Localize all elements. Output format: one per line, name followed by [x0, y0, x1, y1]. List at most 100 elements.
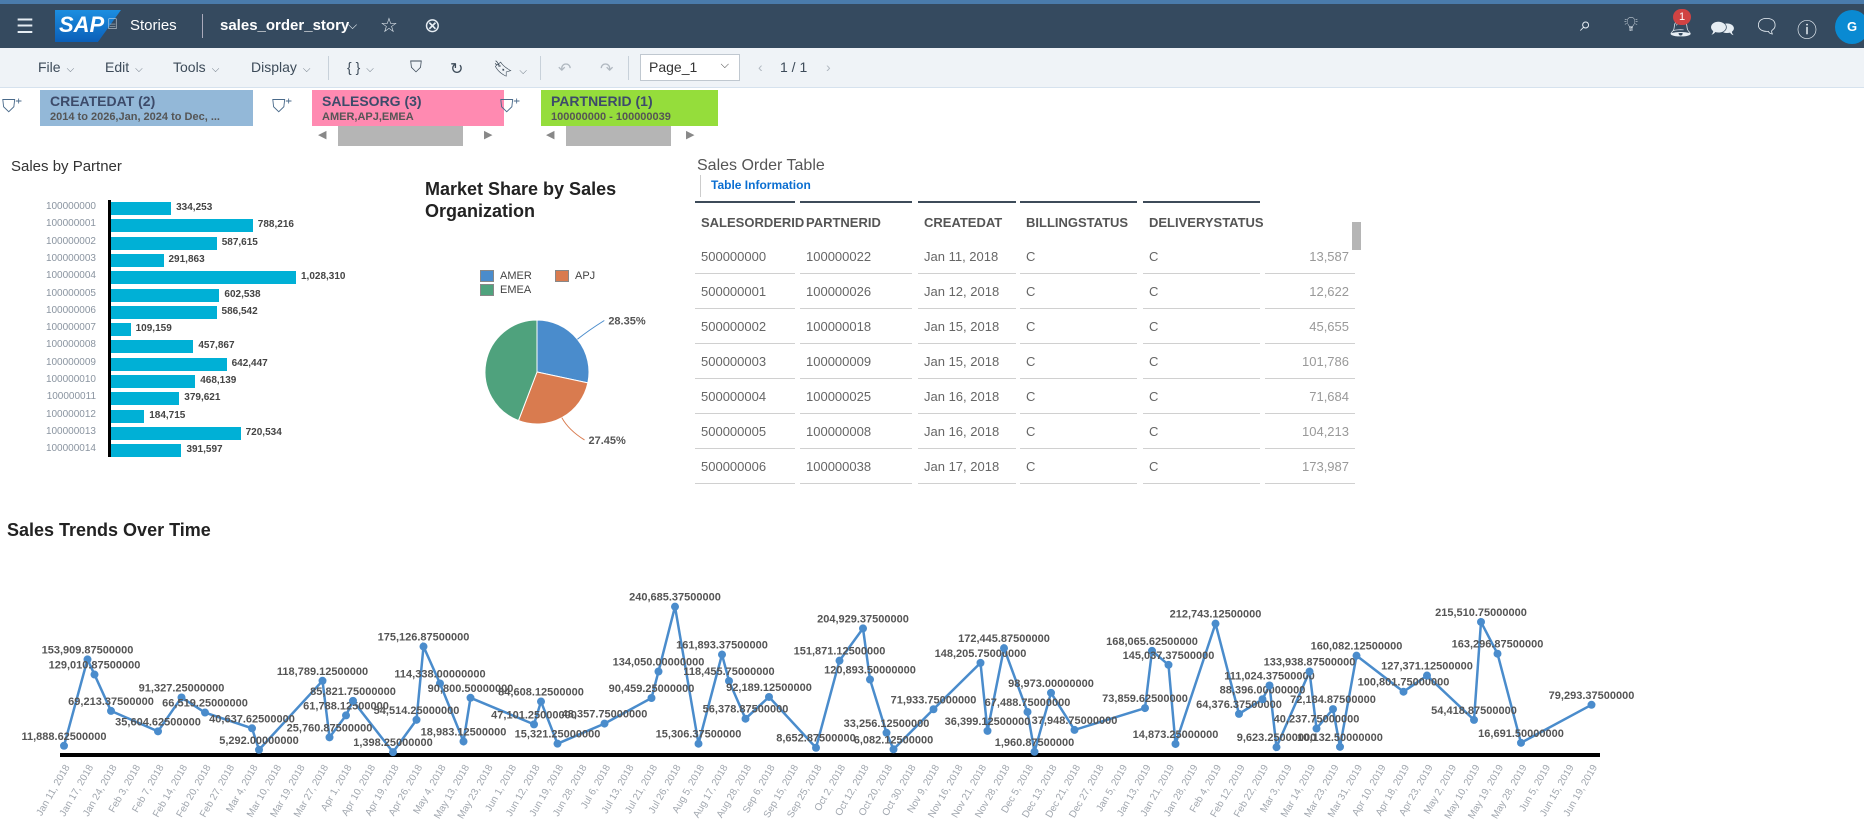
data-point[interactable]	[1023, 707, 1032, 716]
bar[interactable]	[111, 444, 182, 458]
undo-icon[interactable]: ↶	[558, 59, 571, 79]
data-point[interactable]	[342, 711, 350, 720]
column-header[interactable]: SALESORDERID	[695, 201, 804, 239]
bar[interactable]	[111, 202, 172, 215]
prev-page-icon[interactable]: ‹	[758, 59, 763, 75]
bar[interactable]	[111, 305, 217, 319]
refresh-icon[interactable]: ↻	[450, 59, 463, 79]
bar[interactable]	[111, 426, 241, 440]
data-point[interactable]	[1047, 688, 1055, 697]
data-point[interactable]	[107, 706, 115, 715]
data-point[interactable]	[412, 715, 421, 724]
add-filter-icon[interactable]: ⛉⁺	[2, 96, 22, 117]
data-point[interactable]	[1030, 747, 1039, 756]
legend-item[interactable]: EMEA	[480, 284, 531, 297]
formula-menu[interactable]: { } ⌵	[347, 59, 374, 75]
data-point[interactable]	[1305, 667, 1314, 676]
page-select[interactable]: Page_1 ⌵	[640, 54, 740, 81]
chevron-down-icon[interactable]: ⌵	[348, 18, 357, 33]
data-point[interactable]	[1235, 709, 1243, 718]
bar[interactable]	[111, 357, 227, 371]
column-header[interactable]: DELIVERYSTATUS	[1143, 201, 1264, 239]
filter-scrollbar[interactable]: ◀ ▶	[318, 126, 498, 146]
filter-partnerid[interactable]: PARTNERID (1) 100000000 - 100000039	[541, 90, 718, 126]
table-scrollbar[interactable]	[1352, 222, 1361, 250]
data-point[interactable]	[718, 650, 726, 659]
table-information-link[interactable]: Table Information	[711, 178, 811, 192]
data-point[interactable]	[325, 733, 334, 742]
data-point[interactable]	[1265, 681, 1274, 690]
data-point[interactable]	[976, 658, 985, 667]
column-header[interactable]: CREATEDAT	[918, 201, 1016, 239]
data-point[interactable]	[671, 602, 679, 611]
bar[interactable]	[111, 219, 253, 233]
stories-link[interactable]: Stories	[130, 17, 177, 34]
data-point[interactable]	[1164, 660, 1173, 669]
star-icon[interactable]: ☆	[380, 13, 398, 38]
data-point[interactable]	[859, 624, 867, 633]
display-menu[interactable]: Display ⌵	[251, 59, 311, 75]
feedback-icon[interactable]: 🗨	[1754, 14, 1779, 39]
story-title[interactable]: sales_order_story	[220, 17, 349, 34]
redo-icon[interactable]: ↷	[600, 59, 613, 79]
data-point[interactable]	[1272, 743, 1281, 752]
close-circle-icon[interactable]: ⊗	[424, 13, 441, 38]
edit-menu[interactable]: Edit ⌵	[105, 59, 143, 75]
bar[interactable]	[111, 288, 220, 302]
file-menu[interactable]: File ⌵	[38, 59, 74, 75]
data-point[interactable]	[248, 724, 256, 733]
bar[interactable]	[111, 340, 194, 354]
column-header[interactable]: PARTNERID	[800, 201, 912, 239]
lightbulb-icon[interactable]: 💡︎	[1624, 14, 1638, 37]
data-point[interactable]	[201, 708, 209, 717]
next-page-icon[interactable]: ›	[826, 59, 831, 75]
bar[interactable]	[111, 392, 180, 406]
data-point[interactable]	[1171, 739, 1180, 748]
data-point[interactable]	[654, 667, 663, 676]
filter-salesorg[interactable]: SALESORG (3) AMER,APJ,EMEA	[312, 90, 504, 126]
filter-icon[interactable]: ⛉	[410, 59, 422, 77]
bar[interactable]	[111, 236, 217, 250]
add-filter-icon[interactable]: ⛉⁺	[272, 96, 292, 117]
tools-menu[interactable]: Tools ⌵	[173, 59, 219, 75]
legend-item[interactable]: APJ	[555, 270, 595, 283]
bar[interactable]	[111, 323, 131, 337]
data-point[interactable]	[1336, 742, 1344, 751]
data-point[interactable]	[866, 675, 874, 684]
bar[interactable]	[111, 375, 196, 388]
data-point[interactable]	[60, 741, 68, 750]
help-icon[interactable]: ⓘ	[1797, 14, 1817, 43]
data-point[interactable]	[1493, 649, 1502, 658]
data-point[interactable]	[1070, 725, 1079, 734]
data-point[interactable]	[530, 720, 538, 729]
data-point[interactable]	[255, 745, 263, 754]
chat-icon[interactable]: 🗪	[1710, 14, 1735, 48]
data-point[interactable]	[835, 656, 844, 665]
legend-item[interactable]: AMER	[480, 270, 532, 283]
data-point[interactable]	[553, 739, 562, 748]
data-point[interactable]	[1423, 671, 1431, 680]
bar[interactable]	[111, 271, 296, 285]
bar[interactable]	[111, 409, 145, 423]
data-point[interactable]	[459, 737, 468, 746]
data-point[interactable]	[537, 697, 545, 706]
data-point[interactable]	[1329, 705, 1337, 714]
data-point[interactable]	[389, 748, 397, 757]
data-point[interactable]	[1470, 715, 1478, 724]
data-point[interactable]	[1517, 738, 1525, 747]
data-point[interactable]	[694, 739, 703, 748]
data-point[interactable]	[600, 719, 609, 728]
data-point[interactable]	[419, 642, 428, 651]
data-point[interactable]	[1477, 617, 1485, 626]
data-point[interactable]	[318, 676, 327, 685]
filter-createdat[interactable]: CREATEDAT (2) 2014 to 2026,Jan, 2024 to D…	[40, 90, 253, 126]
filter-scrollbar[interactable]: ◀ ▶	[546, 126, 726, 146]
data-point[interactable]	[741, 714, 750, 723]
avatar[interactable]: G	[1835, 10, 1864, 44]
data-point[interactable]	[90, 670, 99, 679]
bookmark-icon[interactable]: 🔖︎ ⌵	[493, 59, 527, 79]
bar[interactable]	[111, 253, 164, 267]
data-point[interactable]	[466, 693, 475, 702]
data-point[interactable]	[983, 726, 992, 735]
data-point[interactable]	[1141, 704, 1149, 713]
